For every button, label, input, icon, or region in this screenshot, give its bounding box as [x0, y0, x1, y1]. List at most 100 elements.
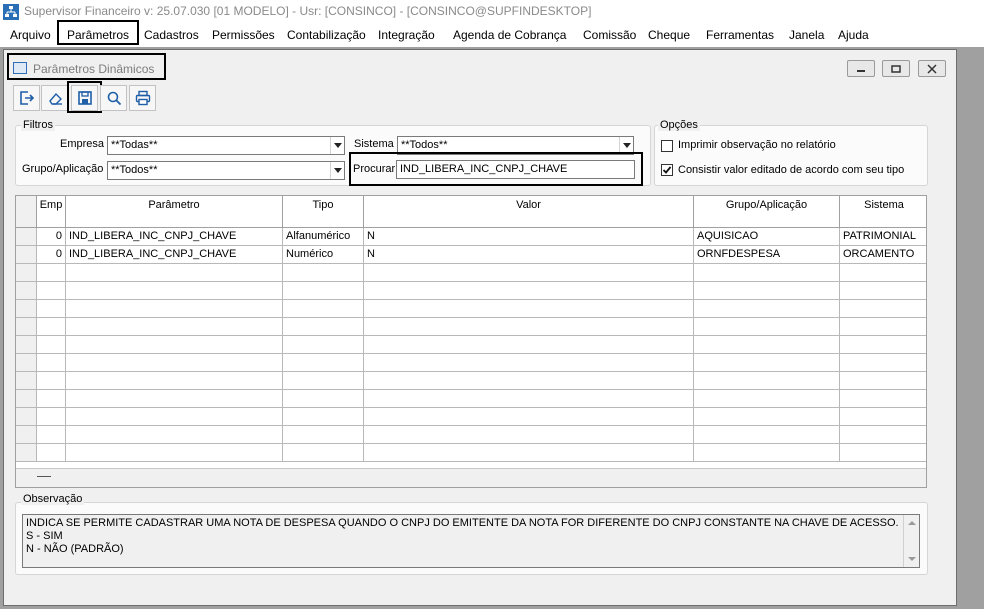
- observation-box[interactable]: INDICA SE PERMITE CADASTRAR UMA NOTA DE …: [22, 514, 920, 568]
- close-button[interactable]: [918, 60, 946, 77]
- cell-grupo-aplicacao[interactable]: ORNFDESPESA: [694, 246, 840, 263]
- empty-cell[interactable]: [66, 390, 283, 407]
- empty-cell[interactable]: [694, 264, 840, 281]
- observation-scrollbar[interactable]: [903, 515, 919, 567]
- empty-cell[interactable]: [840, 372, 926, 389]
- empty-cell[interactable]: [66, 444, 283, 461]
- menu-comissao[interactable]: Comissão: [583, 28, 636, 42]
- empty-table-row[interactable]: [16, 282, 926, 300]
- scroll-down-icon[interactable]: [905, 553, 919, 565]
- cell-sistema[interactable]: PATRIMONIAL: [840, 228, 926, 245]
- cell-emp[interactable]: 0: [37, 228, 66, 245]
- empty-table-row[interactable]: [16, 444, 926, 462]
- empty-cell[interactable]: [840, 408, 926, 425]
- cell-tipo[interactable]: Numérico: [283, 246, 364, 263]
- chevron-down-icon[interactable]: [330, 162, 344, 179]
- cell-sistema[interactable]: ORCAMENTO: [840, 246, 926, 263]
- empty-table-row[interactable]: [16, 336, 926, 354]
- empty-table-row[interactable]: [16, 318, 926, 336]
- empty-cell[interactable]: [840, 336, 926, 353]
- empty-cell[interactable]: [283, 390, 364, 407]
- grupo-aplicacao-combo[interactable]: **Todos**: [107, 161, 345, 180]
- row-indicator[interactable]: [16, 318, 37, 335]
- empty-cell[interactable]: [364, 408, 694, 425]
- minimize-button[interactable]: [847, 60, 875, 77]
- empty-cell[interactable]: [66, 354, 283, 371]
- empty-cell[interactable]: [66, 408, 283, 425]
- empty-table-row[interactable]: [16, 372, 926, 390]
- row-indicator[interactable]: [16, 336, 37, 353]
- print-button[interactable]: [129, 85, 156, 111]
- empty-cell[interactable]: [364, 372, 694, 389]
- row-indicator[interactable]: [16, 426, 37, 443]
- empty-table-row[interactable]: [16, 390, 926, 408]
- empty-cell[interactable]: [364, 354, 694, 371]
- menu-integracao[interactable]: Integração: [378, 28, 435, 42]
- empty-cell[interactable]: [37, 408, 66, 425]
- empty-cell[interactable]: [283, 444, 364, 461]
- empty-cell[interactable]: [66, 282, 283, 299]
- row-indicator[interactable]: [16, 408, 37, 425]
- menu-agenda-de-cobranca[interactable]: Agenda de Cobrança: [453, 28, 566, 42]
- row-indicator[interactable]: [16, 372, 37, 389]
- empty-cell[interactable]: [283, 264, 364, 281]
- empty-cell[interactable]: [283, 372, 364, 389]
- empty-cell[interactable]: [840, 426, 926, 443]
- empty-cell[interactable]: [66, 426, 283, 443]
- empty-table-row[interactable]: [16, 354, 926, 372]
- chevron-down-icon[interactable]: [330, 137, 344, 154]
- empty-cell[interactable]: [283, 300, 364, 317]
- cell-tipo[interactable]: Alfanumérico: [283, 228, 364, 245]
- empty-cell[interactable]: [694, 408, 840, 425]
- empty-cell[interactable]: [283, 282, 364, 299]
- empty-cell[interactable]: [37, 318, 66, 335]
- cell-parametro[interactable]: IND_LIBERA_INC_CNPJ_CHAVE: [66, 228, 283, 245]
- menu-contabilizacao[interactable]: Contabilização: [287, 28, 366, 42]
- scroll-up-icon[interactable]: [905, 517, 919, 529]
- empty-cell[interactable]: [283, 318, 364, 335]
- empty-cell[interactable]: [66, 336, 283, 353]
- menu-janela[interactable]: Janela: [789, 28, 824, 42]
- empty-cell[interactable]: [364, 264, 694, 281]
- header-parametro[interactable]: Parâmetro: [66, 196, 283, 228]
- empty-table-row[interactable]: [16, 300, 926, 318]
- header-grupo-aplicacao[interactable]: Grupo/Aplicação: [694, 196, 840, 228]
- consistir-valor-checkbox[interactable]: [661, 164, 673, 176]
- menu-cadastros[interactable]: Cadastros: [144, 28, 199, 42]
- empty-table-row[interactable]: [16, 408, 926, 426]
- cell-emp[interactable]: 0: [37, 246, 66, 263]
- header-valor[interactable]: Valor: [364, 196, 694, 228]
- empty-cell[interactable]: [694, 390, 840, 407]
- header-sistema[interactable]: Sistema: [840, 196, 926, 228]
- imprimir-observacao-checkbox[interactable]: [661, 140, 673, 152]
- empty-cell[interactable]: [694, 318, 840, 335]
- clear-button[interactable]: [41, 85, 68, 111]
- header-emp[interactable]: Emp: [37, 196, 66, 228]
- menu-permissoes[interactable]: Permissões: [212, 28, 275, 42]
- row-indicator[interactable]: [16, 354, 37, 371]
- empty-cell[interactable]: [694, 354, 840, 371]
- search-button[interactable]: [100, 85, 127, 111]
- empty-cell[interactable]: [283, 408, 364, 425]
- empty-cell[interactable]: [840, 318, 926, 335]
- menu-ferramentas[interactable]: Ferramentas: [706, 28, 774, 42]
- empty-cell[interactable]: [694, 444, 840, 461]
- row-indicator[interactable]: [16, 300, 37, 317]
- observation-textarea[interactable]: INDICA SE PERMITE CADASTRAR UMA NOTA DE …: [23, 515, 903, 567]
- row-indicator[interactable]: [16, 444, 37, 461]
- empty-cell[interactable]: [37, 264, 66, 281]
- empty-cell[interactable]: [66, 318, 283, 335]
- empty-cell[interactable]: [364, 282, 694, 299]
- procurar-input[interactable]: IND_LIBERA_INC_CNPJ_CHAVE: [396, 160, 635, 179]
- row-indicator[interactable]: [16, 282, 37, 299]
- row-indicator[interactable]: [16, 390, 37, 407]
- empty-cell[interactable]: [840, 390, 926, 407]
- empty-cell[interactable]: [66, 300, 283, 317]
- cell-grupo-aplicacao[interactable]: AQUISICAO: [694, 228, 840, 245]
- empty-cell[interactable]: [283, 354, 364, 371]
- empty-cell[interactable]: [840, 300, 926, 317]
- empty-table-row[interactable]: [16, 264, 926, 282]
- empty-cell[interactable]: [840, 264, 926, 281]
- empty-cell[interactable]: [66, 264, 283, 281]
- empty-cell[interactable]: [694, 336, 840, 353]
